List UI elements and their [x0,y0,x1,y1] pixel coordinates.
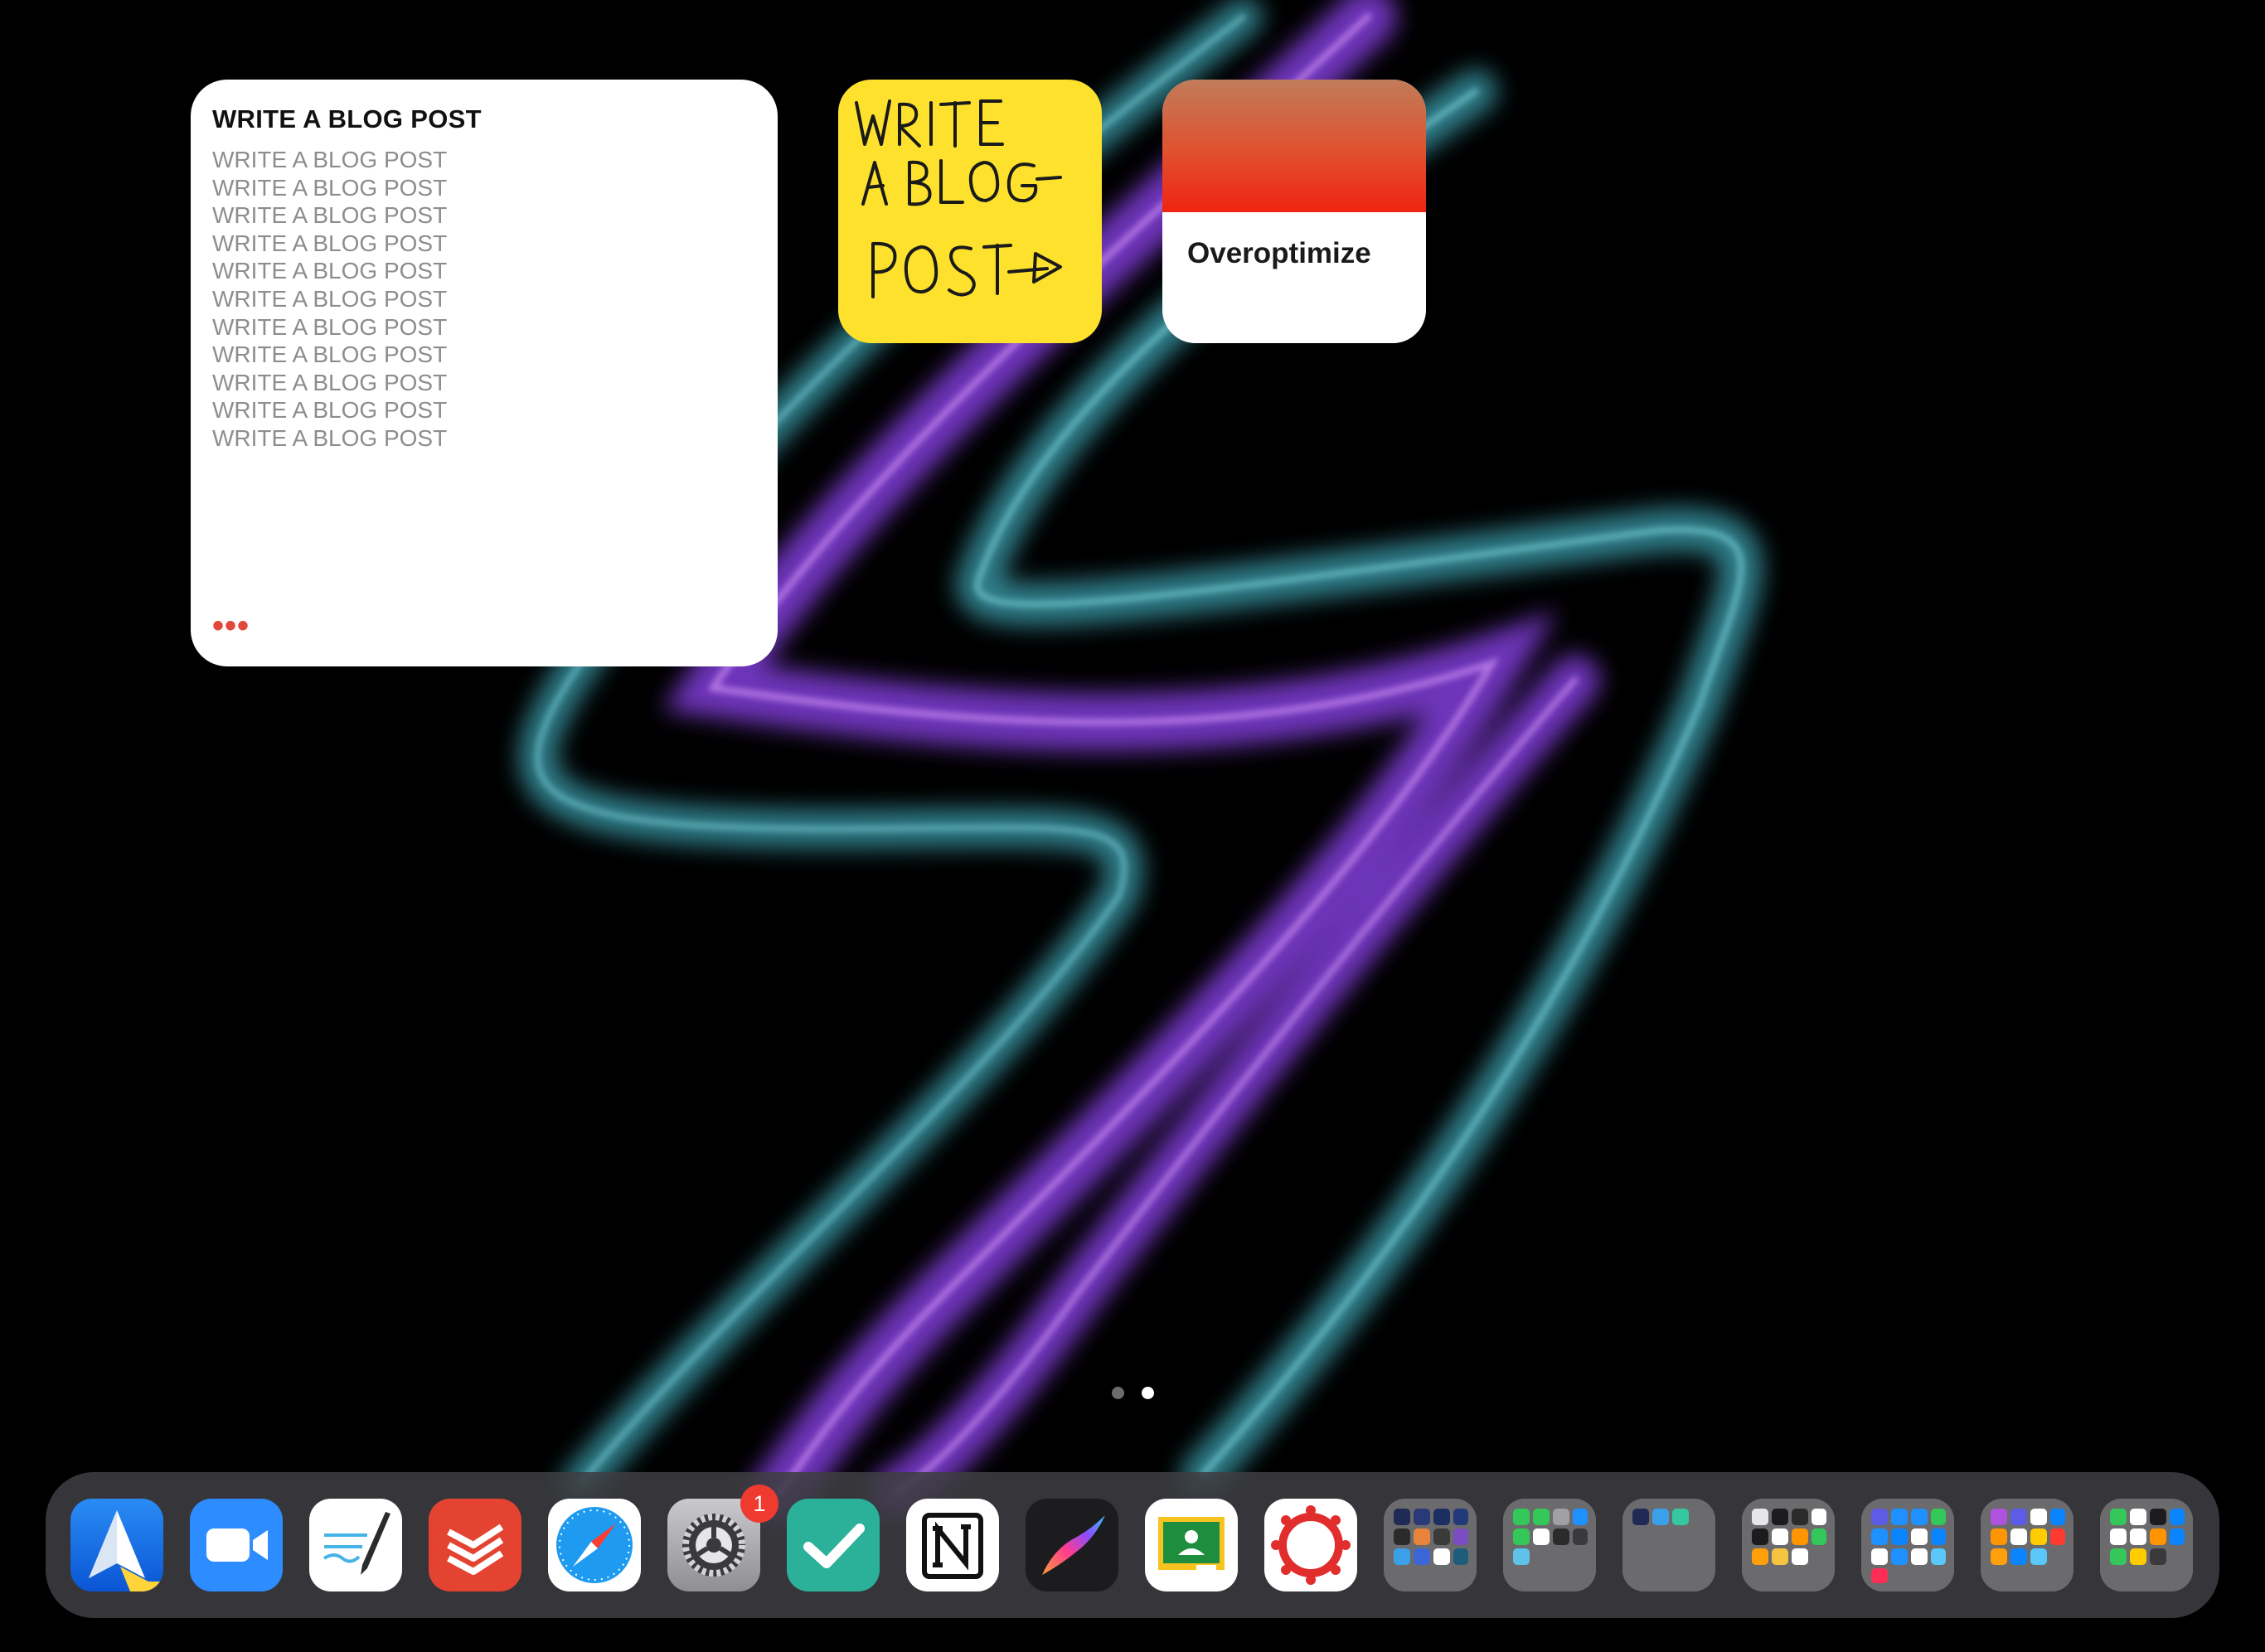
page-dot-1[interactable] [1112,1387,1124,1399]
classroom-icon [1145,1499,1238,1591]
list-item: WRITE A BLOG POST [212,258,448,284]
list-item: WRITE A BLOG POST [212,369,448,395]
app-folder-3[interactable] [1622,1499,1715,1591]
app-zoom[interactable] [190,1499,283,1591]
brush-stroke-icon [1026,1499,1118,1591]
app-notion[interactable] [906,1499,999,1591]
app-google-classroom[interactable] [1145,1499,1238,1591]
app-canvas[interactable] [1264,1499,1357,1591]
app-tick[interactable] [787,1499,880,1591]
canvas-icon [1264,1499,1357,1591]
handwritten-note [855,99,1062,298]
pen-paper-icon [309,1499,402,1591]
streak-widget-label: Overoptimize [1187,237,1371,269]
checkmark-icon [787,1499,880,1591]
list-item: WRITE A BLOG POST [212,342,448,368]
page-dot-2-current[interactable] [1142,1387,1154,1399]
folder-icon [1384,1499,1477,1591]
app-todoist[interactable] [429,1499,521,1591]
folder-icon [1742,1499,1835,1591]
notes-widget-title: WRITE A BLOG POST [212,104,482,133]
sticky-note-widget[interactable] [838,80,1102,343]
list-item: WRITE A BLOG POST [212,313,448,340]
list-item: WRITE A BLOG POST [212,174,448,201]
app-goodnotes[interactable] [309,1499,402,1591]
folder-icon [1503,1499,1596,1591]
list-item: WRITE A BLOG POST [212,230,448,256]
app-spark[interactable] [70,1499,163,1591]
app-safari[interactable] [548,1499,641,1591]
video-camera-icon [190,1499,283,1591]
app-folder-5[interactable] [1861,1499,1954,1591]
notion-icon [906,1499,999,1591]
streak-widget[interactable]: Overoptimize [1162,80,1426,343]
streak-color-header [1162,80,1426,212]
notification-badge: 1 [740,1485,778,1523]
app-folder-2[interactable] [1503,1499,1596,1591]
app-folder-7[interactable] [2100,1499,2193,1591]
notes-widget[interactable]: WRITE A BLOG POST WRITE A BLOG POST WRIT… [191,80,778,666]
compass-icon [548,1499,641,1591]
list-item: WRITE A BLOG POST [212,147,448,172]
list-item: WRITE A BLOG POST [212,285,448,312]
paper-plane-icon [70,1499,163,1591]
folder-icon [1981,1499,2073,1591]
app-folder-4[interactable] [1742,1499,1835,1591]
folder-icon [1861,1499,1954,1591]
app-folder-6[interactable] [1981,1499,2073,1591]
folder-icon [1622,1499,1715,1591]
list-item: WRITE A BLOG POST [212,202,448,229]
list-item: WRITE A BLOG POST [212,397,448,424]
app-folder-1[interactable] [1384,1499,1477,1591]
more-icon: ••• [212,608,250,644]
todoist-icon [429,1499,521,1591]
list-item: WRITE A BLOG POST [212,424,448,451]
folder-icon [2100,1499,2193,1591]
notes-widget-lines: WRITE A BLOG POST WRITE A BLOG POST WRIT… [212,146,447,453]
app-procreate[interactable] [1026,1499,1118,1591]
